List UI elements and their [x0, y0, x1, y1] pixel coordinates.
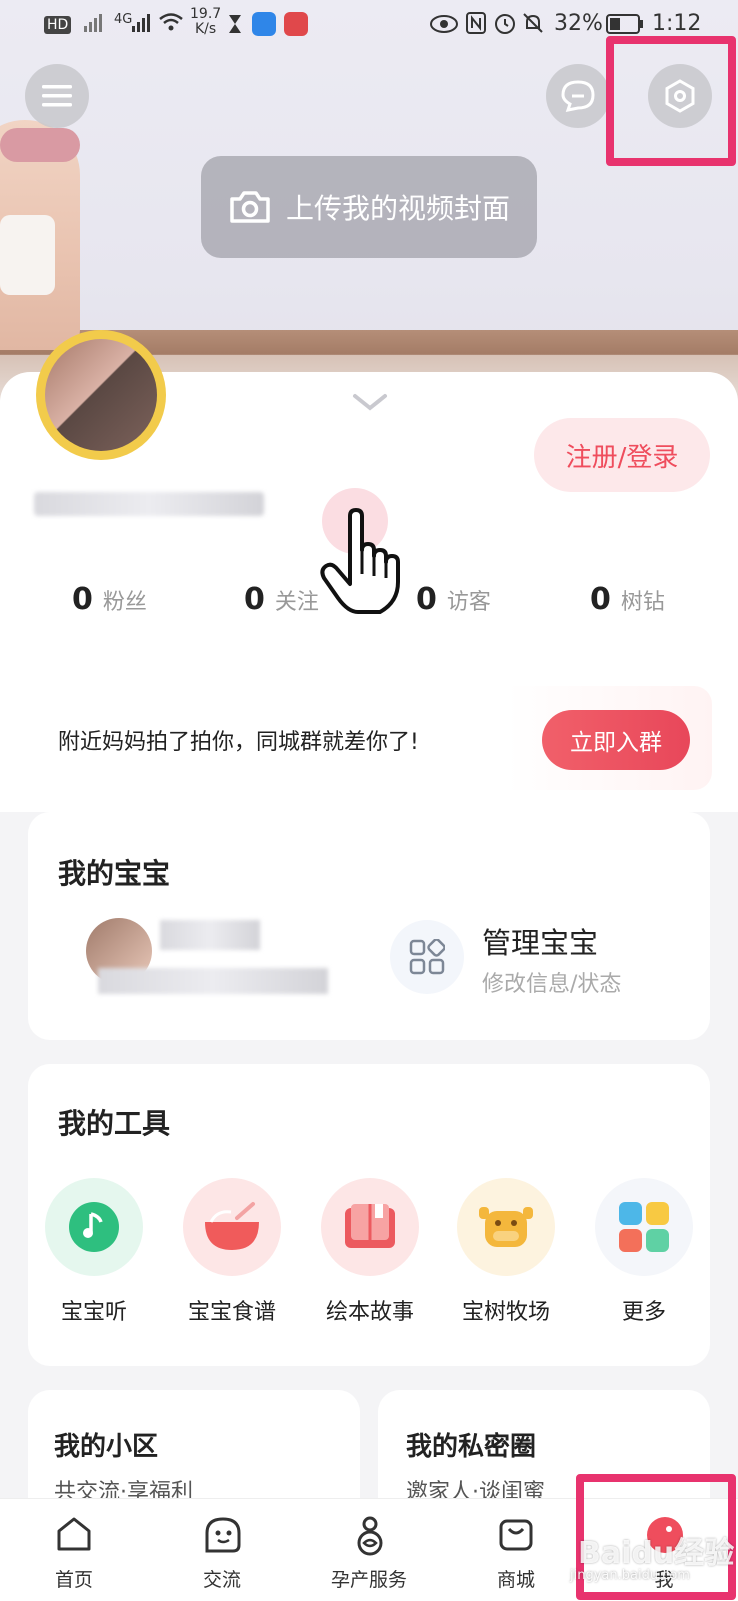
my-private-circle-subtitle: 邀家人·谈闺蜜	[406, 1480, 545, 1498]
nfc-icon	[466, 12, 486, 39]
my-baby-title: 我的宝宝	[58, 857, 171, 890]
baby-info-blurred	[98, 968, 328, 994]
nav-shop[interactable]: 商城	[456, 1499, 576, 1601]
cow-icon	[457, 1178, 555, 1276]
following-count: 0	[244, 582, 265, 617]
signal-icon	[84, 12, 106, 37]
my-tools-title: 我的工具	[58, 1107, 171, 1140]
mute-bell-icon	[522, 12, 544, 39]
eye-icon	[430, 14, 458, 38]
tool-label: 更多	[621, 1300, 666, 1325]
tool-label: 宝宝食谱	[187, 1300, 276, 1325]
nav-maternity-service[interactable]: 孕产服务	[309, 1499, 429, 1601]
manage-baby-icon-wrap[interactable]	[390, 920, 464, 994]
book-icon	[321, 1178, 419, 1276]
shop-bag-icon	[499, 1519, 533, 1551]
nav-label: 商城	[496, 1569, 535, 1591]
nav-label: 交流	[202, 1569, 241, 1591]
settings-highlight-box	[606, 36, 736, 166]
clock-time: 1:12	[652, 11, 702, 36]
tool-picture-books[interactable]: 绘本故事	[310, 1178, 430, 1326]
fans-count: 0	[72, 582, 93, 617]
alarm-icon	[494, 12, 516, 39]
hamburger-icon	[42, 85, 72, 107]
visitors-count: 0	[416, 582, 437, 617]
register-login-button[interactable]: 注册/登录	[534, 418, 710, 492]
net-speed-value: 19.7	[190, 6, 222, 22]
stat-visitors[interactable]: 0 访客	[416, 582, 491, 617]
collapse-chevron-icon[interactable]	[352, 392, 388, 416]
tool-baby-listen[interactable]: 宝宝听	[34, 1178, 154, 1326]
wifi-icon	[158, 12, 184, 37]
diamonds-count: 0	[590, 582, 611, 617]
stat-fans[interactable]: 0 粉丝	[72, 582, 147, 617]
music-note-icon	[45, 1178, 143, 1276]
battery-percent: 32%	[554, 11, 603, 36]
join-group-button[interactable]: 立即入群	[542, 710, 690, 770]
tool-label: 宝宝听	[60, 1300, 127, 1325]
watermark-url: jingyan.baidu.com	[570, 1568, 690, 1583]
my-community-subtitle: 共交流·享福利	[54, 1480, 193, 1498]
diamonds-label: 树钻	[620, 590, 665, 615]
signal-bars-icon	[132, 12, 154, 37]
bowl-icon	[183, 1178, 281, 1276]
upload-video-cover-label: 上传我的视频封面	[285, 192, 510, 225]
stat-following[interactable]: 0 关注	[244, 582, 319, 617]
tool-more[interactable]: 更多	[584, 1178, 704, 1326]
heart-app-icon	[284, 12, 308, 36]
upload-video-cover-button[interactable]: 上传我的视频封面	[201, 156, 537, 258]
following-label: 关注	[274, 590, 319, 615]
camera-icon	[230, 191, 270, 223]
baby-name-blurred	[160, 920, 260, 950]
net-speed: 19.7 K/s	[190, 7, 221, 37]
visitors-label: 访客	[446, 590, 491, 615]
manage-baby-title[interactable]: 管理宝宝	[482, 920, 598, 962]
pregnancy-icon	[357, 1516, 383, 1556]
tool-baby-recipes[interactable]: 宝宝食谱	[172, 1178, 292, 1326]
baby-bow	[0, 128, 80, 162]
stat-diamonds[interactable]: 0 树钻	[590, 582, 665, 617]
net-speed-unit: K/s	[194, 21, 217, 37]
avatar[interactable]	[36, 330, 166, 460]
hourglass-icon	[228, 14, 242, 39]
message-bubble-icon	[561, 80, 595, 112]
group-banner-text: 附近妈妈拍了拍你，同城群就差你了!	[58, 730, 419, 755]
my-private-circle-title: 我的私密圈	[406, 1432, 537, 1462]
menu-button[interactable]	[25, 64, 89, 128]
baby-shirt	[0, 215, 55, 295]
nav-label: 孕产服务	[330, 1569, 407, 1591]
app-notification-icon	[252, 12, 276, 36]
nav-label: 首页	[54, 1569, 93, 1591]
hd-badge: HD	[44, 16, 72, 34]
tool-baby-farm[interactable]: 宝树牧场	[446, 1178, 566, 1326]
manage-baby-subtitle: 修改信息/状态	[482, 972, 622, 997]
watermark-logo: Baidu经验	[578, 1536, 735, 1571]
tool-label: 宝树牧场	[461, 1300, 550, 1325]
nav-community[interactable]: 交流	[162, 1499, 282, 1601]
network-type: 4G	[114, 12, 133, 27]
nav-home[interactable]: 首页	[14, 1499, 134, 1601]
chat-ghost-icon	[205, 1517, 241, 1553]
grid-icon	[595, 1178, 693, 1276]
my-community-title: 我的小区	[54, 1432, 159, 1462]
pointer-hand-icon	[320, 508, 400, 614]
fans-label: 粉丝	[102, 590, 147, 615]
apps-grid-icon	[409, 939, 445, 975]
message-button[interactable]	[546, 64, 610, 128]
home-icon	[57, 1517, 91, 1551]
tool-label: 绘本故事	[325, 1300, 414, 1325]
username-blurred	[34, 492, 264, 516]
